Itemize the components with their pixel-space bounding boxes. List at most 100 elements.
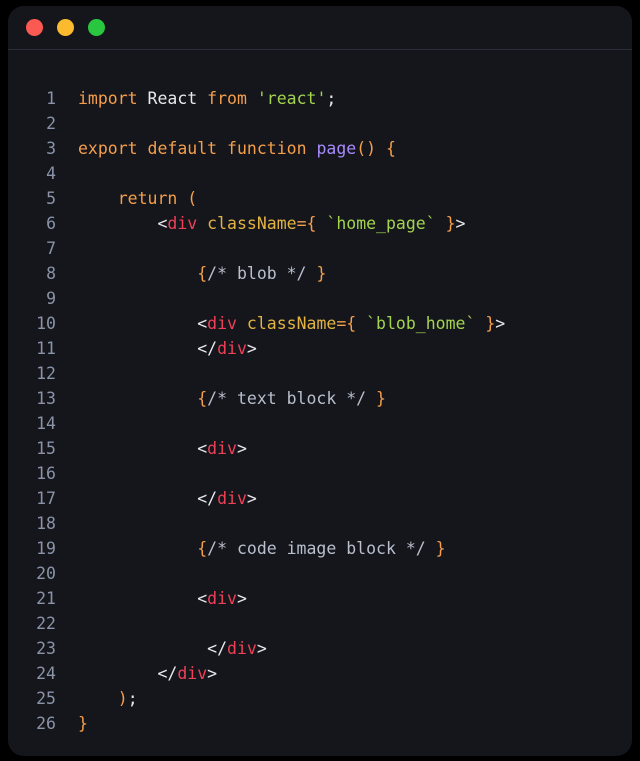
code-token: export xyxy=(78,139,138,158)
line-number: 7 xyxy=(46,239,56,258)
code-token: </ xyxy=(207,639,228,658)
line-content: </div> xyxy=(56,486,632,511)
code-window: 1 import React from 'react'; 2 3 export defa… xyxy=(8,6,632,756)
code-token: ) xyxy=(117,689,128,708)
line-number: 8 xyxy=(46,264,56,283)
code-token: { xyxy=(197,539,208,558)
line-content: </div> xyxy=(56,336,632,361)
code-token: `blob_home` xyxy=(366,314,476,333)
code-token: div xyxy=(167,214,198,233)
code-token: > xyxy=(495,314,506,333)
code-token: { xyxy=(197,264,208,283)
minimize-button[interactable] xyxy=(57,19,74,36)
line-content: import React from 'react'; xyxy=(56,86,632,111)
line-number: 1 xyxy=(46,89,56,108)
code-line: 23 </div> xyxy=(8,636,632,661)
code-lines-container: 1 import React from 'react'; 2 3 export defa… xyxy=(8,86,632,736)
line-content: {/* code image block */ } xyxy=(56,536,632,561)
code-line: 13 {/* text block */ } xyxy=(8,386,632,411)
code-line: 7 xyxy=(8,236,632,261)
line-number: 24 xyxy=(36,664,56,683)
line-content: </div> xyxy=(56,636,632,661)
code-line: 15 <div> xyxy=(8,436,632,461)
code-token: div xyxy=(207,314,237,333)
line-content: {/* text block */ } xyxy=(56,386,632,411)
line-number: 21 xyxy=(36,589,56,608)
code-line: 25 ); xyxy=(8,686,632,711)
line-number: 19 xyxy=(36,539,56,558)
code-token: < xyxy=(197,439,208,458)
code-line: 12 xyxy=(8,361,632,386)
code-token: return xyxy=(117,189,178,208)
code-editor[interactable]: 1 import React from 'react'; 2 3 export defa… xyxy=(8,50,632,755)
code-token: } xyxy=(435,539,446,558)
line-number: 10 xyxy=(36,314,56,333)
line-number: 17 xyxy=(36,489,56,508)
code-line: 9 xyxy=(8,286,632,311)
code-token: div xyxy=(227,639,257,658)
line-number: 25 xyxy=(36,689,56,708)
line-number: 16 xyxy=(36,464,56,483)
line-number: 11 xyxy=(36,339,56,358)
line-content: <div className={ `blob_home` }> xyxy=(56,311,632,336)
code-token: ( xyxy=(187,189,198,208)
code-token: div xyxy=(217,339,247,358)
line-number: 23 xyxy=(36,639,56,658)
close-button[interactable] xyxy=(26,19,43,36)
line-number: 18 xyxy=(36,514,56,533)
line-number: 22 xyxy=(36,614,56,633)
line-content: <div> xyxy=(56,586,632,611)
maximize-button[interactable] xyxy=(88,19,105,36)
code-token: > xyxy=(256,639,267,658)
code-line: 19 {/* code image block */ } xyxy=(8,536,632,561)
code-token: < xyxy=(197,589,208,608)
code-token: } xyxy=(485,314,496,333)
code-token: </ xyxy=(197,489,218,508)
code-token: className xyxy=(207,214,297,233)
line-content: return ( xyxy=(56,186,632,211)
code-token: () xyxy=(356,139,377,158)
code-token: from xyxy=(207,89,247,108)
line-number: 12 xyxy=(36,364,56,383)
code-token: div xyxy=(207,589,237,608)
code-token: /* blob */ xyxy=(207,264,307,283)
code-token: div xyxy=(207,439,237,458)
code-line: 10 <div className={ `blob_home` }> xyxy=(8,311,632,336)
code-token: > xyxy=(246,339,257,358)
code-token: page xyxy=(316,139,357,158)
code-line: 20 xyxy=(8,561,632,586)
code-token: 'react' xyxy=(256,89,327,108)
code-token: className xyxy=(246,314,337,333)
code-token: ; xyxy=(326,89,337,108)
line-content: } xyxy=(56,711,632,736)
line-number: 2 xyxy=(46,114,56,133)
line-number: 4 xyxy=(46,164,56,183)
code-token: ={ xyxy=(336,314,357,333)
code-line: 17 </div> xyxy=(8,486,632,511)
code-token: { xyxy=(197,389,208,408)
line-content: export default function page() { xyxy=(56,136,632,161)
line-content: ); xyxy=(56,686,632,711)
code-token: /* code image block */ xyxy=(207,539,426,558)
line-number: 20 xyxy=(36,564,56,583)
code-line: 3 export default function page() { xyxy=(8,136,632,161)
code-token: } xyxy=(78,714,88,733)
code-token: default xyxy=(147,139,218,158)
code-token: function xyxy=(227,139,307,158)
code-line: 11 </div> xyxy=(8,336,632,361)
